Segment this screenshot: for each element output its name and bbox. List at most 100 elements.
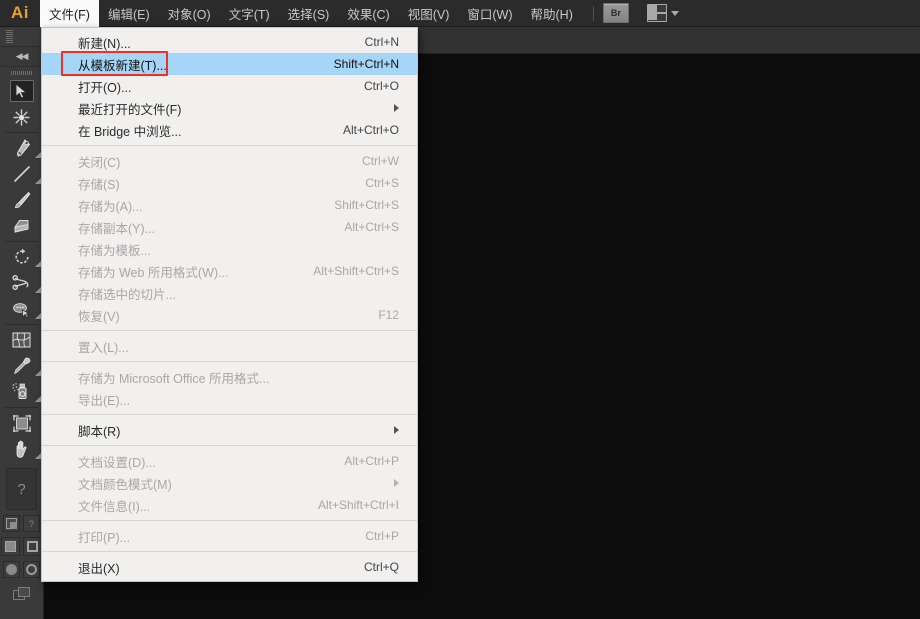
menu-item-label: 存储副本(Y)... bbox=[78, 221, 156, 236]
drawing-mode-row: ? bbox=[0, 515, 43, 532]
menu-item-shortcut: Ctrl+Q bbox=[363, 560, 399, 574]
tool-divider bbox=[5, 241, 38, 242]
menu-item-shortcut: Ctrl+O bbox=[363, 79, 399, 93]
menu-item-scripts[interactable]: 脚本(R) bbox=[42, 419, 417, 441]
menu-item-document-color-mode: 文档颜色模式(M) bbox=[42, 472, 417, 494]
pen-nib-icon bbox=[10, 137, 34, 159]
menu-window[interactable]: 窗口(W) bbox=[458, 0, 521, 27]
menu-item-shortcut: Ctrl+W bbox=[362, 154, 399, 168]
menu-item-export: 导出(E)... bbox=[42, 388, 417, 410]
menu-item-shortcut: Ctrl+S bbox=[365, 176, 399, 190]
hand-icon bbox=[10, 438, 34, 460]
change-screen-mode-button[interactable] bbox=[3, 515, 20, 532]
width-warp-icon bbox=[10, 298, 34, 320]
arrange-documents-icon bbox=[646, 4, 667, 22]
go-to-bridge-button[interactable]: Br bbox=[602, 3, 629, 23]
eyedropper-tool[interactable] bbox=[0, 353, 43, 379]
none-circle-icon bbox=[26, 564, 37, 575]
menu-edit[interactable]: 编辑(E) bbox=[99, 0, 159, 27]
magic-wand-tool[interactable] bbox=[0, 104, 43, 130]
menu-separator bbox=[42, 520, 417, 521]
stroke-color-swatch[interactable] bbox=[23, 537, 42, 556]
menu-item-print: 打印(P)... Ctrl+P bbox=[42, 525, 417, 547]
menu-separator bbox=[42, 361, 417, 362]
help-tool-button[interactable]: ? bbox=[6, 468, 37, 510]
menu-bar: Ai 文件(F) 编辑(E) 对象(O) 文字(T) 选择(S) 效果(C) 视… bbox=[0, 0, 920, 27]
menu-item-shortcut: Alt+Ctrl+P bbox=[344, 454, 399, 468]
menu-item-shortcut: F12 bbox=[378, 308, 399, 322]
menu-type[interactable]: 文字(T) bbox=[220, 0, 279, 27]
paintbrush-tool[interactable] bbox=[0, 187, 43, 213]
menu-view[interactable]: 视图(V) bbox=[399, 0, 459, 27]
menu-separator bbox=[42, 445, 417, 446]
menu-item-shortcut: Shift+Ctrl+N bbox=[333, 57, 399, 71]
menu-item-save-selected-slices: 存储选中的切片... bbox=[42, 282, 417, 304]
tools-panel-drag-handle[interactable] bbox=[0, 27, 43, 47]
tool-divider bbox=[5, 324, 38, 325]
menu-item-label: 最近打开的文件(F) bbox=[78, 102, 182, 117]
rotate-tool[interactable] bbox=[0, 244, 43, 270]
menu-item-label: 关闭(C) bbox=[78, 155, 121, 170]
menu-item-shortcut: Alt+Shift+Ctrl+I bbox=[317, 498, 399, 512]
selection-tool[interactable] bbox=[0, 78, 43, 104]
rotate-arrow-icon bbox=[10, 246, 34, 268]
screen-mode-button[interactable] bbox=[12, 587, 31, 600]
menu-help[interactable]: 帮助(H) bbox=[522, 0, 582, 27]
blob-brush-tool[interactable] bbox=[0, 213, 43, 239]
paintbrush-icon bbox=[10, 189, 34, 211]
line-segment-tool[interactable] bbox=[0, 161, 43, 187]
menu-item-new-from-template[interactable]: 从模板新建(T)... Shift+Ctrl+N bbox=[42, 51, 417, 76]
width-tool[interactable] bbox=[0, 296, 43, 322]
menu-item-place: 置入(L)... bbox=[42, 335, 417, 357]
menu-item-shortcut: Ctrl+P bbox=[365, 529, 399, 543]
small-question-icon: ? bbox=[28, 518, 34, 529]
menu-item-label: 从模板新建(T)... bbox=[78, 58, 167, 73]
gradient-button[interactable] bbox=[3, 561, 20, 578]
paint-mode-row bbox=[0, 561, 43, 578]
hand-tool[interactable] bbox=[0, 436, 43, 462]
menu-item-label: 恢复(V) bbox=[78, 309, 120, 324]
menu-item-new[interactable]: 新建(N)... Ctrl+N bbox=[42, 31, 417, 53]
menu-item-label: 在 Bridge 中浏览... bbox=[78, 124, 182, 139]
menu-separator bbox=[42, 330, 417, 331]
app-logo: Ai bbox=[11, 3, 29, 22]
menu-item-document-setup: 文档设置(D)... Alt+Ctrl+P bbox=[42, 450, 417, 472]
menu-item-browse-in-bridge[interactable]: 在 Bridge 中浏览... Alt+Ctrl+O bbox=[42, 119, 417, 141]
help-secondary-button[interactable]: ? bbox=[23, 515, 40, 532]
tools-panel: ◀◀ ? ? bbox=[0, 27, 44, 619]
menu-item-shortcut: Ctrl+N bbox=[364, 35, 399, 49]
menu-item-label: 存储为 Microsoft Office 所用格式... bbox=[78, 371, 270, 386]
menu-item-file-info: 文件信息(I)... Alt+Shift+Ctrl+I bbox=[42, 494, 417, 516]
stroke-square-icon bbox=[27, 541, 38, 552]
arrange-documents-button[interactable] bbox=[646, 4, 679, 22]
symbol-sprayer-icon bbox=[10, 381, 34, 403]
fill-color-swatch[interactable] bbox=[1, 537, 20, 556]
none-button[interactable] bbox=[23, 561, 40, 578]
menu-item-label: 存储为 Web 所用格式(W)... bbox=[78, 265, 229, 280]
menu-select[interactable]: 选择(S) bbox=[279, 0, 339, 27]
tool-divider bbox=[5, 407, 38, 408]
menu-item-shortcut: Alt+Shift+Ctrl+S bbox=[313, 264, 399, 278]
menu-item-exit[interactable]: 退出(X) Ctrl+Q bbox=[42, 556, 417, 578]
menu-item-label: 文档颜色模式(M) bbox=[78, 477, 172, 492]
menu-file[interactable]: 文件(F) bbox=[40, 0, 99, 27]
menu-item-label: 文件信息(I)... bbox=[78, 499, 151, 514]
diagonal-line-icon bbox=[10, 163, 34, 185]
menu-separator bbox=[42, 145, 417, 146]
gradient-circle-icon bbox=[6, 564, 17, 575]
menu-object[interactable]: 对象(O) bbox=[159, 0, 220, 27]
pen-tool[interactable] bbox=[0, 135, 43, 161]
menu-item-revert: 恢复(V) F12 bbox=[42, 304, 417, 326]
magic-wand-icon bbox=[10, 106, 34, 128]
menu-item-label: 文档设置(D)... bbox=[78, 455, 156, 470]
artboard-tool[interactable] bbox=[0, 410, 43, 436]
scale-tool[interactable] bbox=[0, 270, 43, 296]
mesh-tool[interactable] bbox=[0, 327, 43, 353]
menu-item-open[interactable]: 打开(O)... Ctrl+O bbox=[42, 75, 417, 97]
symbol-sprayer-tool[interactable] bbox=[0, 379, 43, 405]
menu-item-label: 存储(S) bbox=[78, 177, 120, 192]
tools-panel-collapse-icon[interactable]: ◀◀ bbox=[0, 47, 43, 67]
menu-item-open-recent[interactable]: 最近打开的文件(F) bbox=[42, 97, 417, 119]
menu-effect[interactable]: 效果(C) bbox=[338, 0, 398, 27]
question-mark-icon: ? bbox=[17, 480, 26, 498]
